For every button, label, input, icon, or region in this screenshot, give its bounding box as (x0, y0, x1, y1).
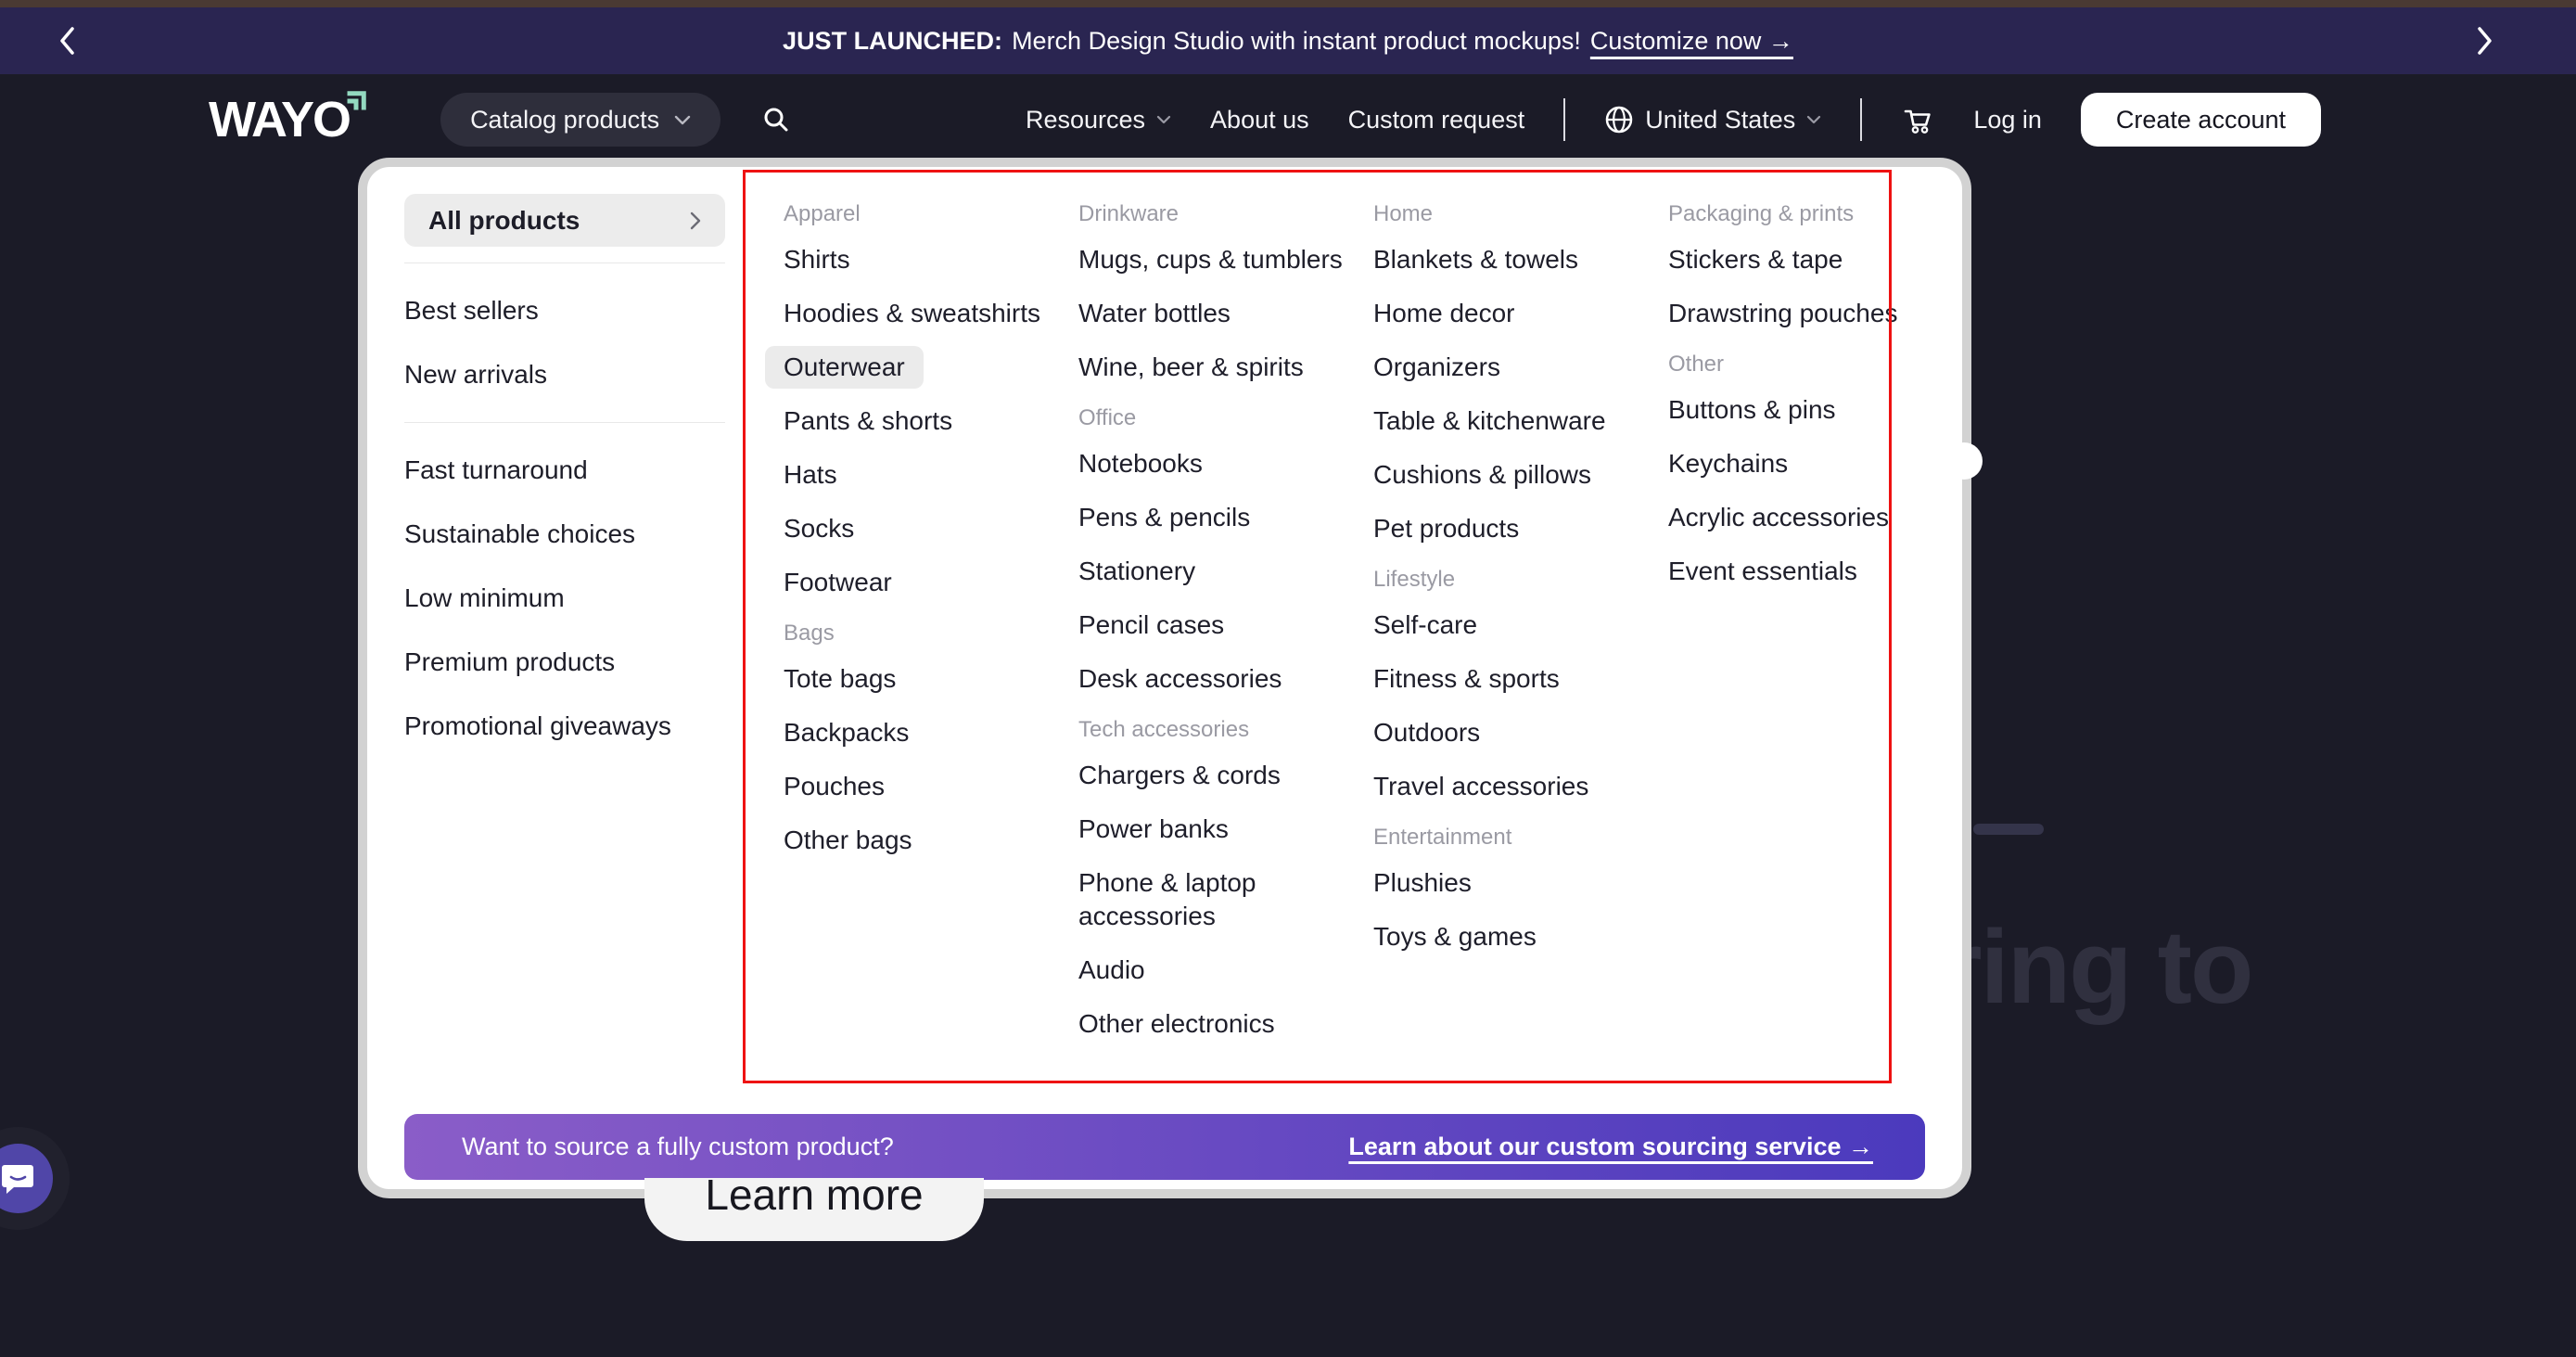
nav-about-us[interactable]: About us (1210, 106, 1309, 134)
logo-text: WAYO (209, 92, 350, 147)
mega-menu-sidebar: All products Best sellers New arrivals Fa… (404, 167, 725, 743)
banner-message: Merch Design Studio with instant product… (1012, 27, 1581, 56)
panel-edge-bump (1945, 442, 1983, 480)
sidebar-item[interactable]: Low minimum (404, 582, 725, 615)
sidebar-group-1: Best sellers New arrivals (404, 294, 725, 391)
hero-dash (1973, 824, 2044, 835)
sidebar-divider (404, 262, 725, 263)
sidebar-item[interactable]: Best sellers (404, 294, 725, 327)
search-button[interactable] (761, 105, 791, 134)
header-divider (1860, 98, 1862, 141)
chevron-left-icon (57, 25, 78, 57)
region-label: United States (1645, 106, 1795, 134)
chevron-down-icon (1806, 115, 1821, 124)
chat-icon (0, 1161, 37, 1197)
logo-arrow-icon (344, 89, 368, 113)
sidebar-group-2: Fast turnaround Sustainable choices Low mi… (404, 454, 725, 743)
cta-sourcing-link[interactable]: Learn about our custom sourcing service … (1348, 1133, 1873, 1161)
nav-about-label: About us (1210, 106, 1309, 134)
chat-widget-button[interactable] (0, 1144, 53, 1213)
banner-prev-button[interactable] (45, 7, 91, 74)
site-header: WAYO Catalog products Resources (0, 74, 2576, 165)
banner-cta-link[interactable]: Customize now → (1590, 27, 1793, 56)
login-link[interactable]: Log in (1973, 106, 2042, 134)
banner-badge: JUST LAUNCHED: (783, 27, 1002, 56)
promo-banner: JUST LAUNCHED: Merch Design Studio with … (0, 7, 2576, 74)
cart-icon (1901, 105, 1934, 134)
header-divider (1563, 98, 1565, 141)
chevron-down-icon (674, 115, 691, 125)
cta-question: Want to source a fully custom product? (462, 1133, 894, 1161)
region-selector[interactable]: United States (1604, 105, 1821, 134)
nav-resources-label: Resources (1026, 106, 1145, 134)
chevron-right-icon (690, 211, 701, 230)
custom-sourcing-cta: Want to source a fully custom product? L… (404, 1114, 1925, 1180)
nav-custom-label: Custom request (1348, 106, 1525, 134)
all-products-label: All products (428, 206, 580, 236)
nav-resources[interactable]: Resources (1026, 106, 1171, 134)
banner-next-button[interactable] (2461, 7, 2507, 74)
sidebar-item[interactable]: Sustainable choices (404, 518, 725, 551)
search-icon (761, 105, 791, 134)
cart-button[interactable] (1901, 105, 1934, 134)
sidebar-item[interactable]: Premium products (404, 646, 725, 679)
nav-custom-request[interactable]: Custom request (1348, 106, 1525, 134)
sidebar-divider (404, 422, 725, 423)
learn-more-label: Learn more (644, 1178, 984, 1223)
logo[interactable]: WAYO (209, 91, 364, 148)
hero-text-fragment: ring to (1942, 907, 2251, 1027)
sidebar-item[interactable]: Promotional giveaways (404, 710, 725, 743)
sidebar-item-all-products[interactable]: All products (404, 194, 725, 247)
catalog-products-button[interactable]: Catalog products (440, 93, 721, 147)
chevron-down-icon (1156, 115, 1171, 124)
learn-more-button[interactable]: Learn more (644, 1178, 984, 1241)
create-account-button[interactable]: Create account (2081, 93, 2321, 147)
window-top-strip (0, 0, 2576, 7)
chevron-right-icon (2474, 25, 2494, 57)
catalog-products-label: Catalog products (470, 106, 659, 134)
globe-icon (1604, 105, 1634, 134)
sidebar-item[interactable]: Fast turnaround (404, 454, 725, 487)
annotation-rectangle (743, 170, 1892, 1083)
login-label: Log in (1973, 106, 2042, 134)
sidebar-item[interactable]: New arrivals (404, 358, 725, 391)
